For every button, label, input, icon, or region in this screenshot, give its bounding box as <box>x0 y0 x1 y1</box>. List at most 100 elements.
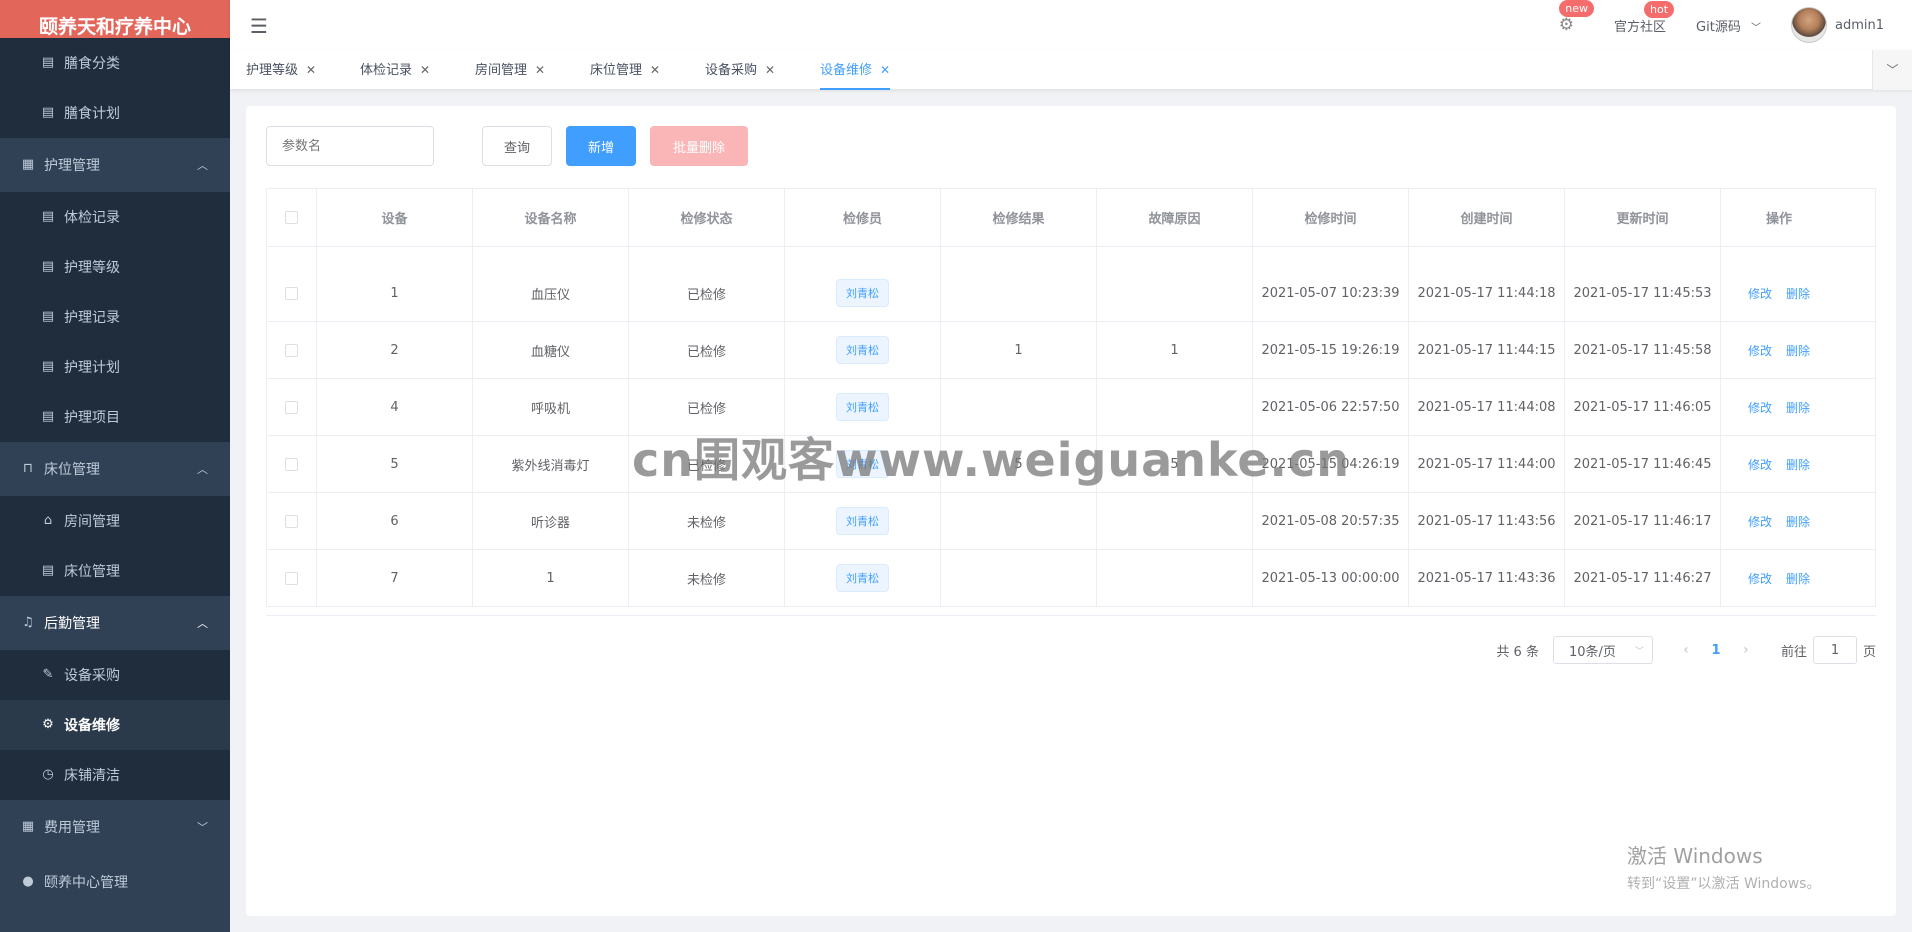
sidebar-item-14[interactable]: ◷ 床铺清洁 <box>0 750 230 800</box>
goto-label: 前往 <box>1780 644 1807 660</box>
page-number-current[interactable]: 1 <box>1701 643 1731 658</box>
cell-staff: 刘青松 <box>785 550 941 606</box>
cell-status: 已检修 <box>629 265 785 321</box>
delete-button[interactable]: 删除 <box>1786 342 1810 359</box>
edit-button[interactable]: 修改 <box>1748 513 1772 530</box>
close-icon[interactable]: ✕ <box>535 63 545 77</box>
hamburger-icon[interactable]: ☰ <box>250 14 268 38</box>
cell-staff: 刘青松 <box>785 265 941 321</box>
cell-updated: 2021-05-17 11:46:05 <box>1565 379 1721 435</box>
sidebar-item-13[interactable]: ⚙ 设备维修 <box>0 700 230 750</box>
sidebar-item-8[interactable]: ⊓ 床位管理 ︿ <box>0 442 230 496</box>
sidebar-item-3[interactable]: ▤ 体检记录 <box>0 192 230 242</box>
edit-button[interactable]: 修改 <box>1748 456 1772 473</box>
sidebar-item-1[interactable]: ▤ 膳食计划 <box>0 88 230 138</box>
tab-4[interactable]: 设备采购 ✕ <box>705 50 775 90</box>
row-select-cell <box>267 379 317 435</box>
document-icon: ▤ <box>41 563 55 578</box>
close-icon[interactable]: ✕ <box>880 63 890 77</box>
document-icon: ▤ <box>41 409 55 424</box>
row-select-cell <box>267 550 317 606</box>
next-page-button[interactable]: › <box>1731 642 1761 658</box>
tab-3[interactable]: 床位管理 ✕ <box>590 50 660 90</box>
close-icon[interactable]: ✕ <box>765 63 775 77</box>
community-link[interactable]: 官方社区 hot <box>1614 0 1675 35</box>
edit-button[interactable]: 修改 <box>1748 285 1772 302</box>
row-checkbox[interactable] <box>285 571 298 585</box>
tab-5[interactable]: 设备维修 ✕ <box>820 50 891 90</box>
edit-button[interactable]: 修改 <box>1748 342 1772 359</box>
column-header: 检修结果 <box>941 189 1097 246</box>
page-size-select[interactable]: 10条/页 ﹀ <box>1552 636 1653 664</box>
cell-updated: 2021-05-17 11:45:58 <box>1565 322 1721 378</box>
sidebar-item-2[interactable]: ▦ 护理管理 ︿ <box>0 138 230 192</box>
settings-button[interactable]: ⚙ new <box>1559 0 1595 35</box>
sidebar-item-5[interactable]: ▤ 护理记录 <box>0 292 230 342</box>
tab-1[interactable]: 体检记录 ✕ <box>360 50 430 90</box>
search-input[interactable] <box>266 126 434 166</box>
chevron-down-icon: ﹀ <box>1886 63 1899 77</box>
delete-button[interactable]: 删除 <box>1786 513 1810 530</box>
spacer-cell <box>317 247 473 265</box>
prev-page-button[interactable]: ‹ <box>1671 642 1701 658</box>
close-icon[interactable]: ✕ <box>306 63 316 77</box>
sidebar-item-15[interactable]: ▦ 费用管理 ﹀ <box>0 800 230 854</box>
sidebar-item-label: 护理项目 <box>64 410 120 426</box>
goto-page-input[interactable]: 1 <box>1812 636 1857 664</box>
sidebar-item-0[interactable]: ▤ 膳食分类 <box>0 38 230 88</box>
cell-created: 2021-05-17 11:44:15 <box>1409 322 1565 378</box>
spacer-cell <box>785 247 941 265</box>
delete-button[interactable]: 删除 <box>1786 399 1810 416</box>
sidebar-item-label: 床铺清洁 <box>64 768 120 784</box>
cell-name: 血糖仪 <box>473 322 629 378</box>
tab-label: 设备采购 <box>705 63 758 78</box>
sidebar-item-7[interactable]: ▤ 护理项目 <box>0 392 230 442</box>
edit-button[interactable]: 修改 <box>1748 570 1772 587</box>
select-all-checkbox[interactable] <box>285 211 298 224</box>
row-checkbox[interactable] <box>285 343 298 357</box>
edit-button[interactable]: 修改 <box>1748 399 1772 416</box>
document-icon: ▤ <box>41 105 55 120</box>
row-checkbox[interactable] <box>285 514 298 528</box>
delete-button[interactable]: 删除 <box>1786 285 1810 302</box>
delete-button[interactable]: 删除 <box>1786 456 1810 473</box>
row-checkbox[interactable] <box>285 400 298 414</box>
user-menu[interactable]: admin1 <box>1790 7 1884 43</box>
top-header: ☰ ⚙ new 官方社区 hot Git源码 ﹀ admin1 <box>230 0 1912 50</box>
avatar <box>1790 7 1827 43</box>
sidebar-item-10[interactable]: ▤ 床位管理 <box>0 546 230 596</box>
sidebar-item-label: 费用管理 <box>44 820 100 836</box>
sidebar-item-4[interactable]: ▤ 护理等级 <box>0 242 230 292</box>
row-checkbox[interactable] <box>285 457 298 471</box>
staff-tag: 刘青松 <box>836 507 889 535</box>
batch-delete-button[interactable]: 批量删除 <box>650 126 748 166</box>
git-dropdown[interactable]: Git源码 ﹀ <box>1696 16 1761 35</box>
query-button[interactable]: 查询 <box>482 126 552 166</box>
table-row: 7 1 未检修 刘青松 2021-05-13 00:00:00 2021-05-17 11… <box>267 550 1875 607</box>
sidebar-item-12[interactable]: ✎ 设备采购 <box>0 650 230 700</box>
sidebar-item-16[interactable]: ● 颐养中心管理 <box>0 854 230 910</box>
table-header-row: 设备 设备名称 检修状态 检修员 检修结果 故障原因 检修时间 创建时间 更新时间 操作 <box>267 189 1875 247</box>
cell-result: 1 <box>941 322 1097 378</box>
tags-more-button[interactable]: ﹀ <box>1872 50 1912 90</box>
cell-status: 未检修 <box>629 550 785 606</box>
chevron-down-icon: ﹀ <box>1634 646 1644 657</box>
sidebar-item-label: 设备采购 <box>64 668 120 684</box>
column-header: 更新时间 <box>1565 189 1721 246</box>
cell-name: 听诊器 <box>473 493 629 549</box>
close-icon[interactable]: ✕ <box>650 63 660 77</box>
sidebar-item-11[interactable]: ♫ 后勤管理 ︿ <box>0 596 230 650</box>
cell-reason <box>1097 493 1253 549</box>
delete-button[interactable]: 删除 <box>1786 570 1810 587</box>
close-icon[interactable]: ✕ <box>420 63 430 77</box>
row-checkbox[interactable] <box>285 286 298 300</box>
tab-2[interactable]: 房间管理 ✕ <box>475 50 545 90</box>
cell-created: 2021-05-17 11:43:36 <box>1409 550 1565 606</box>
spacer-cell <box>267 247 317 265</box>
add-button[interactable]: 新增 <box>566 126 636 166</box>
table-row: 1 血压仪 已检修 刘青松 2021-05-07 10:23:39 2021-05-17 … <box>267 265 1875 322</box>
tab-0[interactable]: 护理等级 ✕ <box>246 50 316 90</box>
sidebar-item-6[interactable]: ▤ 护理计划 <box>0 342 230 392</box>
sidebar-item-9[interactable]: ⌂ 房间管理 <box>0 496 230 546</box>
spacer-cell <box>941 247 1097 265</box>
